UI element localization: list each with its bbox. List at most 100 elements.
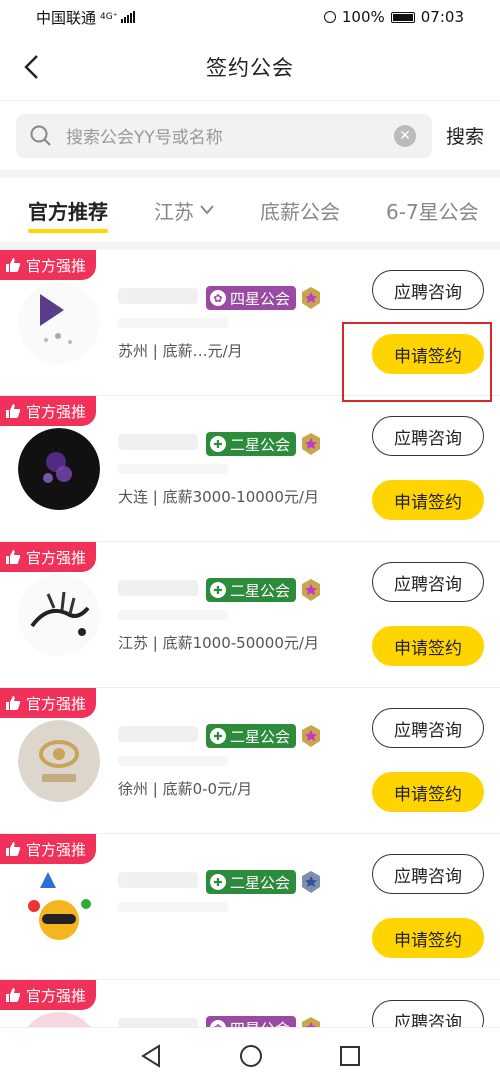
guild-subtitle (118, 610, 228, 620)
tab-label: 江苏 (154, 199, 194, 224)
guild-name (118, 726, 198, 742)
medal-icon (302, 725, 320, 747)
star-icon: ✚ (210, 728, 226, 744)
search-input[interactable]: 搜索公会YY号或名称 ✕ (16, 113, 432, 158)
guild-avatar[interactable] (18, 428, 100, 510)
carrier-name: 中国联通 (36, 8, 97, 27)
guild-subtitle (118, 902, 228, 912)
guild-avatar[interactable] (18, 282, 100, 364)
section-divider (0, 242, 500, 250)
guild-info: 徐州 | 底薪0-0元/月 (118, 780, 253, 798)
status-right: 100% 07:03 (323, 8, 464, 26)
chevron-down-icon (200, 205, 214, 215)
guild-info: 苏州 | 底薪…元/月 (118, 342, 243, 360)
network-type: 4G⁺ (100, 12, 118, 22)
star-level-tag: ✚ 二星公会 (206, 724, 297, 748)
official-badge: 官方强推 (0, 834, 97, 864)
official-badge: 官方强推 (0, 542, 97, 572)
guild-name (118, 288, 198, 304)
guild-list-item[interactable]: 官方强推 ✚ 二星公会 徐州 | 底薪0-0元/月 应聘咨询 申请签约 (0, 688, 500, 834)
consult-button[interactable]: 应聘咨询 (372, 416, 484, 456)
clear-icon[interactable]: ✕ (393, 124, 416, 147)
medal-icon (302, 579, 320, 601)
star-level-tag: ✚ 二星公会 (206, 870, 297, 894)
official-badge: 官方强推 (0, 688, 97, 718)
guild-list: 官方强推 ✿ 四星公会 苏州 | 底薪…元/月 应聘咨询 申请签约 官方强推 ✚ 二… (0, 250, 500, 1083)
guild-logo-icon (18, 720, 100, 802)
guild-avatar[interactable] (18, 866, 100, 948)
thumbs-up-icon (6, 696, 21, 710)
status-left: 中国联通 4G⁺ (36, 7, 136, 28)
badge-label: 官方强推 (26, 256, 87, 275)
consult-button[interactable]: 应聘咨询 (372, 854, 484, 894)
tab-base-salary[interactable]: 底薪公会 (260, 196, 340, 225)
guild-logo-icon (18, 574, 100, 656)
tab-label: 底薪公会 (260, 199, 340, 224)
back-button[interactable] (16, 52, 46, 82)
tab-label: 6-7星公会 (386, 199, 479, 224)
star-icon: ✿ (210, 290, 226, 306)
recents-square-icon[interactable] (339, 1045, 361, 1067)
guild-list-item[interactable]: 官方强推 ✿ 四星公会 苏州 | 底薪…元/月 应聘咨询 申请签约 (0, 250, 500, 402)
star-level-label: 二星公会 (230, 727, 291, 746)
apply-sign-button[interactable]: 申请签约 (372, 626, 484, 666)
guild-logo-icon (18, 866, 100, 948)
badge-label: 官方强推 (26, 548, 87, 567)
guild-list-item[interactable]: 官方强推 ✚ 二星公会 大连 | 底薪3000-10000元/月 应聘咨询 申请签… (0, 396, 500, 542)
guild-list-item[interactable]: 官方强推 ✚ 二星公会 应聘咨询 申请签约 (0, 834, 500, 980)
star-level-label: 二星公会 (230, 581, 291, 600)
official-badge: 官方强推 (0, 396, 97, 426)
guild-logo-icon (18, 428, 100, 510)
guild-logo-icon (18, 282, 100, 364)
star-level-label: 二星公会 (230, 435, 291, 454)
tab-bar: 官方推荐 江苏 底薪公会 6-7星公会 (0, 170, 500, 242)
alarm-icon (323, 11, 336, 23)
apply-sign-button[interactable]: 申请签约 (372, 480, 484, 520)
star-level-label: 四星公会 (230, 289, 291, 308)
battery-icon (390, 11, 415, 23)
medal-icon (302, 433, 320, 455)
medal-icon (302, 871, 320, 893)
guild-name (118, 580, 198, 596)
star-level-tag: ✚ 二星公会 (206, 432, 297, 456)
chevron-left-icon (24, 55, 38, 79)
guild-name (118, 434, 198, 450)
apply-sign-button[interactable]: 申请签约 (372, 918, 484, 958)
signal-icon (121, 11, 136, 23)
star-level-tag: ✚ 二星公会 (206, 578, 297, 602)
apply-sign-button[interactable]: 申请签约 (372, 772, 484, 812)
star-icon: ✚ (210, 582, 226, 598)
badge-label: 官方强推 (26, 840, 87, 859)
guild-avatar[interactable] (18, 574, 100, 656)
tab-jiangsu[interactable]: 江苏 (154, 196, 214, 225)
clock: 07:03 (420, 8, 464, 26)
guild-avatar[interactable] (18, 720, 100, 802)
guild-list-item[interactable]: 官方强推 ✚ 二星公会 江苏 | 底薪1000-50000元/月 应聘咨询 申请签… (0, 542, 500, 688)
official-badge: 官方强推 (0, 250, 97, 280)
guild-subtitle (118, 464, 228, 474)
tab-official-recommend[interactable]: 官方推荐 (28, 196, 108, 233)
guild-info: 大连 | 底薪3000-10000元/月 (118, 488, 319, 506)
badge-label: 官方强推 (26, 986, 87, 1005)
search-placeholder: 搜索公会YY号或名称 (66, 128, 223, 148)
tab-star-guilds[interactable]: 6-7星公会 (386, 196, 479, 225)
badge-label: 官方强推 (26, 402, 87, 421)
guild-name (118, 872, 198, 888)
badge-label: 官方强推 (26, 694, 87, 713)
system-nav-bar (0, 1027, 500, 1083)
consult-button[interactable]: 应聘咨询 (372, 270, 484, 310)
consult-button[interactable]: 应聘咨询 (372, 562, 484, 602)
search-button[interactable]: 搜索 (446, 122, 484, 149)
thumbs-up-icon (6, 842, 21, 856)
thumbs-up-icon (6, 988, 21, 1002)
medal-icon (302, 287, 320, 309)
consult-button[interactable]: 应聘咨询 (372, 708, 484, 748)
search-icon (30, 125, 51, 146)
search-row: 搜索公会YY号或名称 ✕ 搜索 (0, 100, 500, 170)
star-level-label: 二星公会 (230, 873, 291, 892)
home-circle-icon[interactable] (239, 1044, 263, 1068)
guild-info: 江苏 | 底薪1000-50000元/月 (118, 634, 319, 652)
star-icon: ✚ (210, 436, 226, 452)
back-triangle-icon[interactable] (139, 1043, 163, 1068)
guild-subtitle (118, 756, 228, 766)
